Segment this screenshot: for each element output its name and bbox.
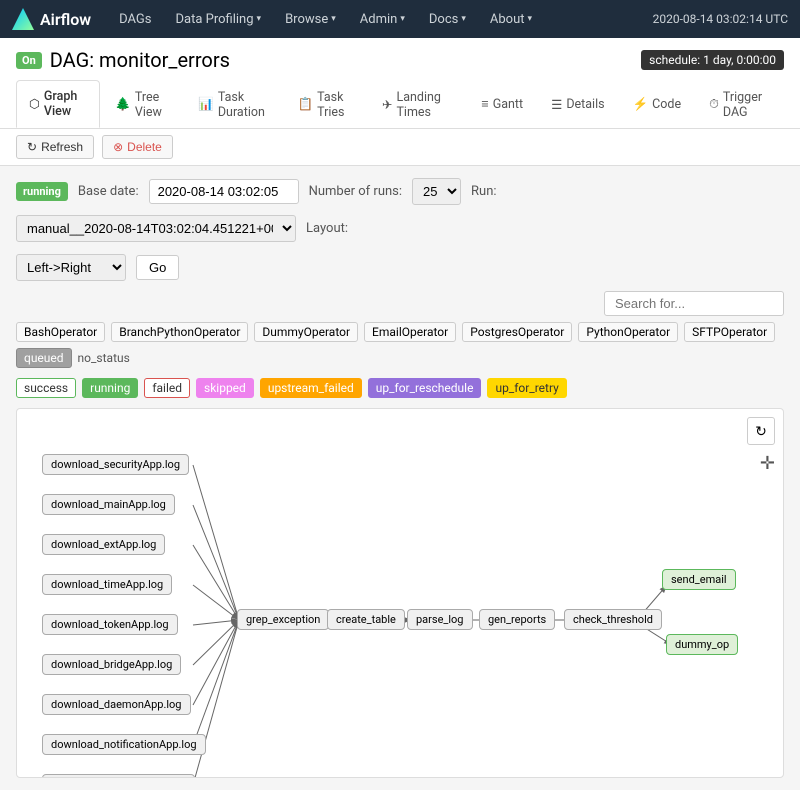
schedule-badge: schedule: 1 day, 0:00:00 <box>641 50 784 70</box>
running-status-badge: running <box>16 182 68 201</box>
tree-view-icon: 🌲 <box>115 97 131 112</box>
legend-failed[interactable]: failed <box>144 378 190 398</box>
num-runs-label: Number of runs: <box>309 184 402 199</box>
tab-gantt[interactable]: ≡ Gantt <box>468 80 536 128</box>
task-node-gen-reports[interactable]: gen_reports <box>479 609 555 630</box>
filter-row-1: running Base date: Number of runs: 25 Ru… <box>16 178 784 242</box>
task-node-download-message[interactable]: download_messageApp.log <box>42 774 195 778</box>
tab-task-tries[interactable]: 📋 Task Tries <box>285 80 367 128</box>
filter-row-2: Left->Right Go <box>16 254 784 281</box>
legend-upstream-failed[interactable]: upstream_failed <box>260 378 362 398</box>
task-node-download-daemon[interactable]: download_daemonApp.log <box>42 694 191 715</box>
delete-button[interactable]: ⊗ Delete <box>102 135 173 159</box>
graph-refresh-button[interactable]: ↻ <box>747 417 775 445</box>
task-duration-icon: 📊 <box>198 97 214 112</box>
dag-title-row: On DAG: monitor_errors schedule: 1 day, … <box>16 48 784 72</box>
task-tries-icon: 📋 <box>298 97 314 112</box>
tab-graph-view[interactable]: ⬡ Graph View <box>16 80 100 128</box>
legend-email-operator[interactable]: EmailOperator <box>364 322 456 342</box>
legend-running[interactable]: running <box>82 378 138 398</box>
tab-tree-view[interactable]: 🌲 Tree View <box>102 80 183 128</box>
legend-postgres-operator[interactable]: PostgresOperator <box>462 322 572 342</box>
legend-queued[interactable]: queued <box>16 348 72 368</box>
main-content: running Base date: Number of runs: 25 Ru… <box>0 166 800 790</box>
dag-name: DAG: monitor_errors <box>50 48 230 72</box>
airflow-logo-icon <box>12 8 34 30</box>
tab-code[interactable]: ⚡ Code <box>620 80 695 128</box>
task-node-send-email[interactable]: send_email <box>662 569 736 590</box>
num-runs-select[interactable]: 25 <box>412 178 461 205</box>
nav-data-profiling[interactable]: Data Profiling ▾ <box>165 4 271 35</box>
legend-no-status: no_status <box>78 351 130 365</box>
legend-sftp-operator[interactable]: SFTPOperator <box>684 322 775 342</box>
tab-task-duration[interactable]: 📊 Task Duration <box>185 80 282 128</box>
nav-about[interactable]: About ▾ <box>480 4 542 35</box>
task-node-check-threshold[interactable]: check_threshold <box>564 609 662 630</box>
task-node-download-notification[interactable]: download_notificationApp.log <box>42 734 206 755</box>
nav-admin[interactable]: Admin ▾ <box>350 4 415 35</box>
on-badge[interactable]: On <box>16 52 42 69</box>
zoom-in-icon[interactable]: ✛ <box>760 453 775 474</box>
dag-title: On DAG: monitor_errors <box>16 48 230 72</box>
tab-bar: ⬡ Graph View 🌲 Tree View 📊 Task Duration… <box>16 80 784 128</box>
task-node-download-ext[interactable]: download_extApp.log <box>42 534 165 555</box>
layout-label: Layout: <box>306 221 348 236</box>
legend-branch-python-operator[interactable]: BranchPythonOperator <box>111 322 248 342</box>
legend-success[interactable]: success <box>16 378 76 398</box>
task-node-download-security[interactable]: download_securityApp.log <box>42 454 189 475</box>
go-button[interactable]: Go <box>136 255 179 280</box>
refresh-button[interactable]: ↻ Refresh <box>16 135 94 159</box>
refresh-icon: ↻ <box>27 140 37 154</box>
legend-row: BashOperator BranchPythonOperator DummyO… <box>16 322 784 368</box>
logo[interactable]: Airflow <box>12 8 91 30</box>
task-node-dummy-op[interactable]: dummy_op <box>666 634 738 655</box>
layout-select[interactable]: Left->Right <box>16 254 126 281</box>
datetime-display: 2020-08-14 03:02:14 UTC <box>653 12 788 26</box>
task-node-parse-log[interactable]: parse_log <box>407 609 473 630</box>
legend-python-operator[interactable]: PythonOperator <box>578 322 678 342</box>
delete-icon: ⊗ <box>113 140 123 154</box>
nav-docs[interactable]: Docs ▾ <box>419 4 476 35</box>
toolbar: ↻ Refresh ⊗ Delete <box>0 129 800 166</box>
legend-up-for-retry[interactable]: up_for_retry <box>487 378 566 398</box>
nav-dags[interactable]: DAGs <box>109 4 161 35</box>
landing-times-icon: ✈ <box>382 97 392 113</box>
code-icon: ⚡ <box>633 97 649 112</box>
task-node-create-table[interactable]: create_table <box>327 609 405 630</box>
legend-skipped[interactable]: skipped <box>196 378 254 398</box>
tab-details[interactable]: ☰ Details <box>538 80 617 128</box>
base-date-label: Base date: <box>78 184 139 199</box>
search-input[interactable] <box>604 291 784 316</box>
legend-dummy-operator[interactable]: DummyOperator <box>254 322 358 342</box>
logo-text: Airflow <box>40 10 91 29</box>
task-node-download-time[interactable]: download_timeApp.log <box>42 574 172 595</box>
top-navigation: Airflow DAGs Data Profiling ▾ Browse ▾ A… <box>0 0 800 38</box>
tab-trigger-dag[interactable]: ⏱ Trigger DAG <box>696 80 782 128</box>
details-icon: ☰ <box>551 97 562 113</box>
gantt-icon: ≡ <box>481 97 488 112</box>
run-select[interactable]: manual__2020-08-14T03:02:04.451221+00:00 <box>16 215 296 242</box>
run-label: Run: <box>471 184 497 199</box>
base-date-input[interactable] <box>149 179 299 204</box>
task-node-download-bridge[interactable]: download_bridgeApp.log <box>42 654 181 675</box>
task-node-download-main[interactable]: download_mainApp.log <box>42 494 175 515</box>
task-node-download-token[interactable]: download_tokenApp.log <box>42 614 178 635</box>
legend-bash-operator[interactable]: BashOperator <box>16 322 105 342</box>
trigger-icon: ⏱ <box>709 97 719 112</box>
tab-landing-times[interactable]: ✈ Landing Times <box>369 80 466 128</box>
legend-up-for-reschedule[interactable]: up_for_reschedule <box>368 378 482 398</box>
page-header: On DAG: monitor_errors schedule: 1 day, … <box>0 38 800 129</box>
task-node-grep-exception[interactable]: grep_exception <box>237 609 329 630</box>
nav-browse[interactable]: Browse ▾ <box>275 4 346 35</box>
nav-links: DAGs Data Profiling ▾ Browse ▾ Admin ▾ D… <box>109 4 652 35</box>
search-row <box>16 291 784 316</box>
legend-status-row: success running failed skipped upstream_… <box>16 378 784 398</box>
graph-view-icon: ⬡ <box>29 96 40 112</box>
graph-canvas: download_securityApp.log download_mainAp… <box>16 408 784 778</box>
